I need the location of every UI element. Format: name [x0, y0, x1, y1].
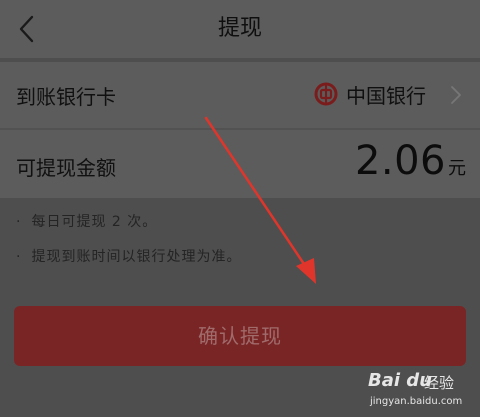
amount-label: 可提现金额: [16, 156, 116, 180]
watermark-logo: Bai du: [368, 370, 433, 391]
amount-display: 2.06 元: [355, 138, 466, 184]
note-text: 每日可提现 2 次。: [31, 214, 158, 230]
note-item: · 每日可提现 2 次。: [16, 211, 157, 231]
amount-value: 2.06: [354, 138, 446, 184]
note-bullet: ·: [16, 249, 22, 265]
withdrawable-amount-row: 可提现金额 2.06 元: [0, 130, 480, 198]
note-item: · 提现到账时间以银行处理为准。: [16, 246, 241, 266]
baidu-jingyan-watermark: Bai du 经验 jingyan.baidu.com: [368, 368, 478, 414]
amount-unit: 元: [448, 158, 466, 179]
note-bullet: ·: [16, 214, 22, 230]
note-text: 提现到账时间以银行处理为准。: [31, 249, 242, 265]
watermark-name: 经验: [424, 374, 455, 392]
chevron-right-icon: [451, 86, 461, 104]
watermark-url: jingyan.baidu.com: [370, 396, 463, 407]
bank-name: 中国银行: [346, 84, 426, 108]
bank-of-china-logo-icon: [314, 82, 338, 106]
top-bar: 提现: [0, 0, 480, 58]
confirm-withdraw-button[interactable]: 确认提现: [14, 306, 466, 366]
bank-card-row[interactable]: 到账银行卡 中国银行: [0, 62, 480, 128]
bank-card-label: 到账银行卡: [16, 85, 116, 109]
page-title: 提现: [217, 16, 262, 41]
